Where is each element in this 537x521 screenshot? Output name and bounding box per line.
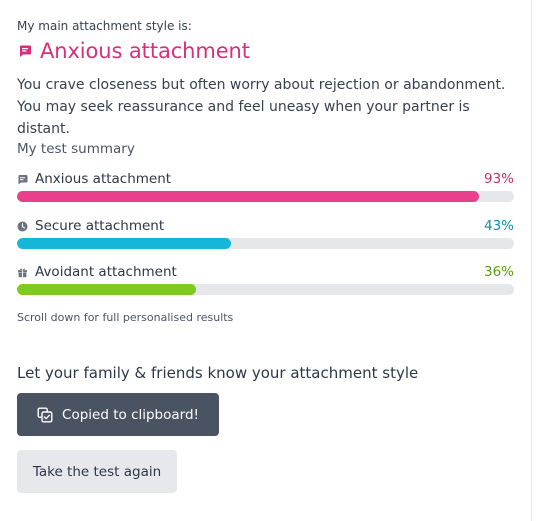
main-style-eyebrow: My main attachment style is: [17, 19, 192, 33]
chat-bubble-icon [17, 174, 28, 185]
main-style-description: You crave closeness but often worry abou… [17, 77, 506, 137]
main-style-heading: Anxious attachment [17, 39, 250, 63]
progress-fill [17, 238, 231, 249]
progress-track [17, 191, 514, 202]
copy-link-button[interactable]: Copied to clipboard! [17, 393, 219, 436]
summary-row-avoidant: Avoidant attachment 36% [17, 263, 514, 295]
main-style-title: Anxious attachment [40, 39, 250, 63]
progress-fill [17, 284, 196, 295]
summary-label: Avoidant attachment [35, 264, 177, 280]
results-card: My main attachment style is: Anxious att… [0, 0, 532, 521]
summary-label: Secure attachment [35, 218, 165, 234]
summary-label: Anxious attachment [35, 171, 172, 187]
copy-link-button-label: Copied to clipboard! [62, 406, 199, 423]
scroll-note: Scroll down for full personalised result… [17, 311, 234, 324]
copy-check-icon [37, 407, 53, 423]
summary-percent: 36% [483, 264, 514, 280]
progress-fill [17, 191, 480, 202]
clock-icon [17, 221, 28, 232]
summary-heading: My test summary [17, 141, 135, 157]
summary-row-secure: Secure attachment 43% [17, 217, 514, 249]
summary-percent: 93% [483, 171, 514, 187]
retake-test-button-label: Take the test again [32, 463, 162, 480]
progress-track [17, 238, 514, 249]
share-heading: Let your family & friends know your atta… [17, 364, 419, 382]
chat-bubble-icon [17, 44, 32, 59]
gift-icon [17, 267, 28, 278]
summary-percent: 43% [483, 218, 514, 234]
retake-test-button[interactable]: Take the test again [17, 450, 177, 493]
progress-track [17, 284, 514, 295]
summary-row-anxious: Anxious attachment 93% [17, 170, 514, 202]
